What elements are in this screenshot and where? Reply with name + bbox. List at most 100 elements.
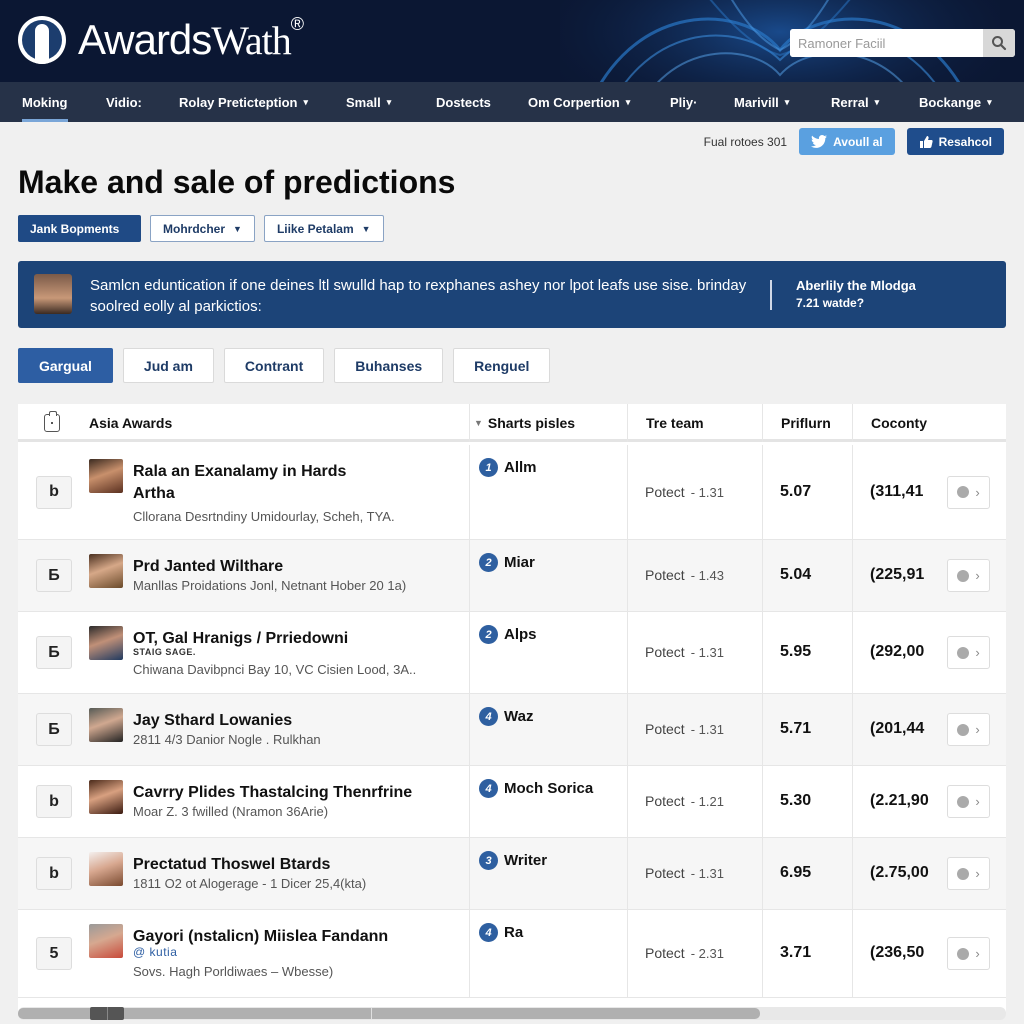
nominee-avatar	[89, 852, 123, 886]
team-delta: - 1.31	[690, 645, 724, 660]
team-cell: Potect - 1.31	[645, 721, 724, 737]
row-expand-button[interactable]: ›	[947, 937, 990, 970]
search-button[interactable]	[983, 29, 1015, 57]
row-expand-button[interactable]: ›	[947, 636, 990, 669]
row-expand-button[interactable]: ›	[947, 785, 990, 818]
rank-box[interactable]: b	[36, 475, 72, 509]
status-dot-icon	[957, 486, 970, 498]
pick-label: Moch Sorica	[504, 780, 594, 797]
nominee-title[interactable]: Prd Janted Wilthare	[133, 556, 463, 578]
team-delta: - 1.43	[690, 568, 724, 583]
column-divider	[627, 694, 628, 765]
rank-box[interactable]: Б	[36, 636, 72, 669]
tab-gargual[interactable]: Gargual	[18, 348, 113, 383]
pick-cell: 4 Moch Sorica	[479, 779, 593, 798]
scrollbar-track	[18, 1008, 760, 1019]
search-input[interactable]	[790, 29, 983, 57]
column-header-score[interactable]: Priflurn	[762, 404, 852, 442]
banner-side-title[interactable]: Aberlily the Mlodga	[796, 278, 916, 293]
rank-box[interactable]: Б	[36, 713, 72, 746]
column-divider	[627, 540, 628, 611]
horizontal-scrollbar[interactable]	[18, 1007, 1006, 1020]
column-divider	[762, 540, 763, 611]
column-header-team[interactable]: Tre team	[627, 404, 762, 442]
brand-logo[interactable]: AwardsWath®	[18, 14, 304, 64]
facebook-share-button[interactable]: Resahcol	[906, 128, 1004, 155]
status-dot-icon	[957, 947, 970, 960]
team-name: Potect	[645, 721, 685, 737]
row-expand-button[interactable]: ›	[947, 713, 990, 746]
column-divider	[852, 445, 853, 539]
team-name: Potect	[645, 644, 685, 660]
scrollbar-thumb[interactable]	[90, 1007, 124, 1020]
team-cell: Potect - 1.43	[645, 567, 724, 583]
nav-item-rerral[interactable]: Rerral ▾	[831, 82, 879, 122]
rank-box[interactable]: 5	[36, 937, 72, 970]
nominee-title[interactable]: Jay Sthard Lowanies	[133, 710, 463, 732]
row-expand-button[interactable]: ›	[947, 857, 990, 890]
tab-jud-am[interactable]: Jud am	[122, 348, 214, 383]
search-icon	[992, 36, 1007, 51]
nominee-title[interactable]: Gayori (nstalicn) Miislea Fandann	[133, 926, 463, 948]
column-header-count[interactable]: Coconty	[852, 404, 1006, 442]
table-row[interactable]: Б Jay Sthard Lowanies 2811 4/3 Danior No…	[18, 694, 1006, 766]
nav-item-pliy[interactable]: Pliy·	[670, 82, 697, 122]
rank-box[interactable]: b	[36, 785, 72, 818]
twitter-share-button[interactable]: Avoull al	[799, 128, 895, 155]
tab-contrant[interactable]: Contrant	[223, 348, 325, 383]
column-divider	[627, 766, 628, 837]
table-row[interactable]: 5 Gayori (nstalicn) Miislea Fandann @ ku…	[18, 910, 1006, 998]
nav-item-om-corpertion[interactable]: Om Corpertion ▾	[528, 82, 630, 122]
table-row[interactable]: Б OT, Gal Hranigs / Prriedowni STAIG SAG…	[18, 612, 1006, 694]
team-delta: - 1.31	[690, 722, 724, 737]
tab-renguel[interactable]: Renguel	[453, 348, 551, 383]
nominee-tag[interactable]: @ kutia	[133, 945, 177, 959]
pick-cell: 4 Ra	[479, 923, 523, 942]
nominee-title[interactable]: Rala an Exanalamy in Hards Artha	[133, 461, 373, 505]
table-row[interactable]: Б Prd Janted Wilthare Manllas Proidation…	[18, 540, 1006, 612]
nominee-subtitle: 2811 4/3 Danior Nogle . Rulkhan	[133, 732, 321, 747]
row-expand-button[interactable]: ›	[947, 475, 990, 509]
nominee-subtitle: Sovs. Hagh Porldiwaes – Wbesse)	[133, 964, 334, 979]
column-header-picks[interactable]: ▼ Sharts pisles	[469, 404, 627, 442]
pick-cell: 2 Alps	[479, 625, 537, 644]
liike-petalam-dropdown[interactable]: Liike Petalam ▼	[263, 215, 384, 242]
table-row[interactable]: b Cavrry Plides Thastalcing Thenrfrine M…	[18, 766, 1006, 838]
nav-item-small[interactable]: Small ▾	[346, 82, 391, 122]
nominee-title[interactable]: Cavrry Plides Thastalcing Thenrfrine	[133, 782, 463, 804]
mohrdcher-dropdown[interactable]: Mohrdcher ▼	[150, 215, 255, 242]
rank-box[interactable]: Б	[36, 559, 72, 592]
column-divider	[469, 694, 470, 765]
jank-bopments-button[interactable]: Jank Bopments	[18, 215, 141, 242]
nav-item-dostects[interactable]: Dostects	[436, 82, 491, 122]
column-header-awards[interactable]: Asia Awards	[89, 404, 172, 442]
column-divider	[469, 540, 470, 611]
nav-item-moking[interactable]: Moking	[22, 82, 68, 122]
table-row[interactable]: b Prectatud Thoswel Btards 1811 O2 ot Al…	[18, 838, 1006, 910]
nominee-title[interactable]: Prectatud Thoswel Btards	[133, 854, 463, 876]
tab-buhanses[interactable]: Buhanses	[334, 348, 444, 383]
pick-number-badge: 2	[479, 625, 498, 644]
table-row[interactable]: b Rala an Exanalamy in Hards Artha Cllor…	[18, 445, 1006, 540]
nav-item-rolay-preticteption[interactable]: Rolay Preticteption ▾	[179, 82, 308, 122]
column-divider	[852, 694, 853, 765]
column-divider	[627, 910, 628, 997]
row-expand-button[interactable]: ›	[947, 559, 990, 592]
team-name: Potect	[645, 483, 685, 500]
chevron-right-icon: ›	[975, 722, 980, 737]
pick-label: Ra	[504, 924, 524, 941]
pick-number-badge: 3	[479, 851, 498, 870]
sort-desc-icon: ▼	[474, 418, 483, 428]
count-value: (201,44	[870, 720, 925, 737]
column-divider	[762, 445, 763, 539]
share-bar: Fual rotoes 301 Avoull al Resahcol	[704, 128, 1004, 155]
count-value: (311,41	[870, 482, 924, 500]
column-divider	[762, 612, 763, 693]
nav-item-bockange[interactable]: Bockange ▾	[919, 82, 992, 122]
banner-divider	[770, 280, 772, 310]
status-dot-icon	[957, 569, 970, 582]
rank-box[interactable]: b	[36, 857, 72, 890]
select-all-column[interactable]	[44, 404, 60, 442]
nav-item-vidio[interactable]: Vidio:	[106, 82, 142, 122]
nav-item-marivill[interactable]: Marivill ▾	[734, 82, 789, 122]
